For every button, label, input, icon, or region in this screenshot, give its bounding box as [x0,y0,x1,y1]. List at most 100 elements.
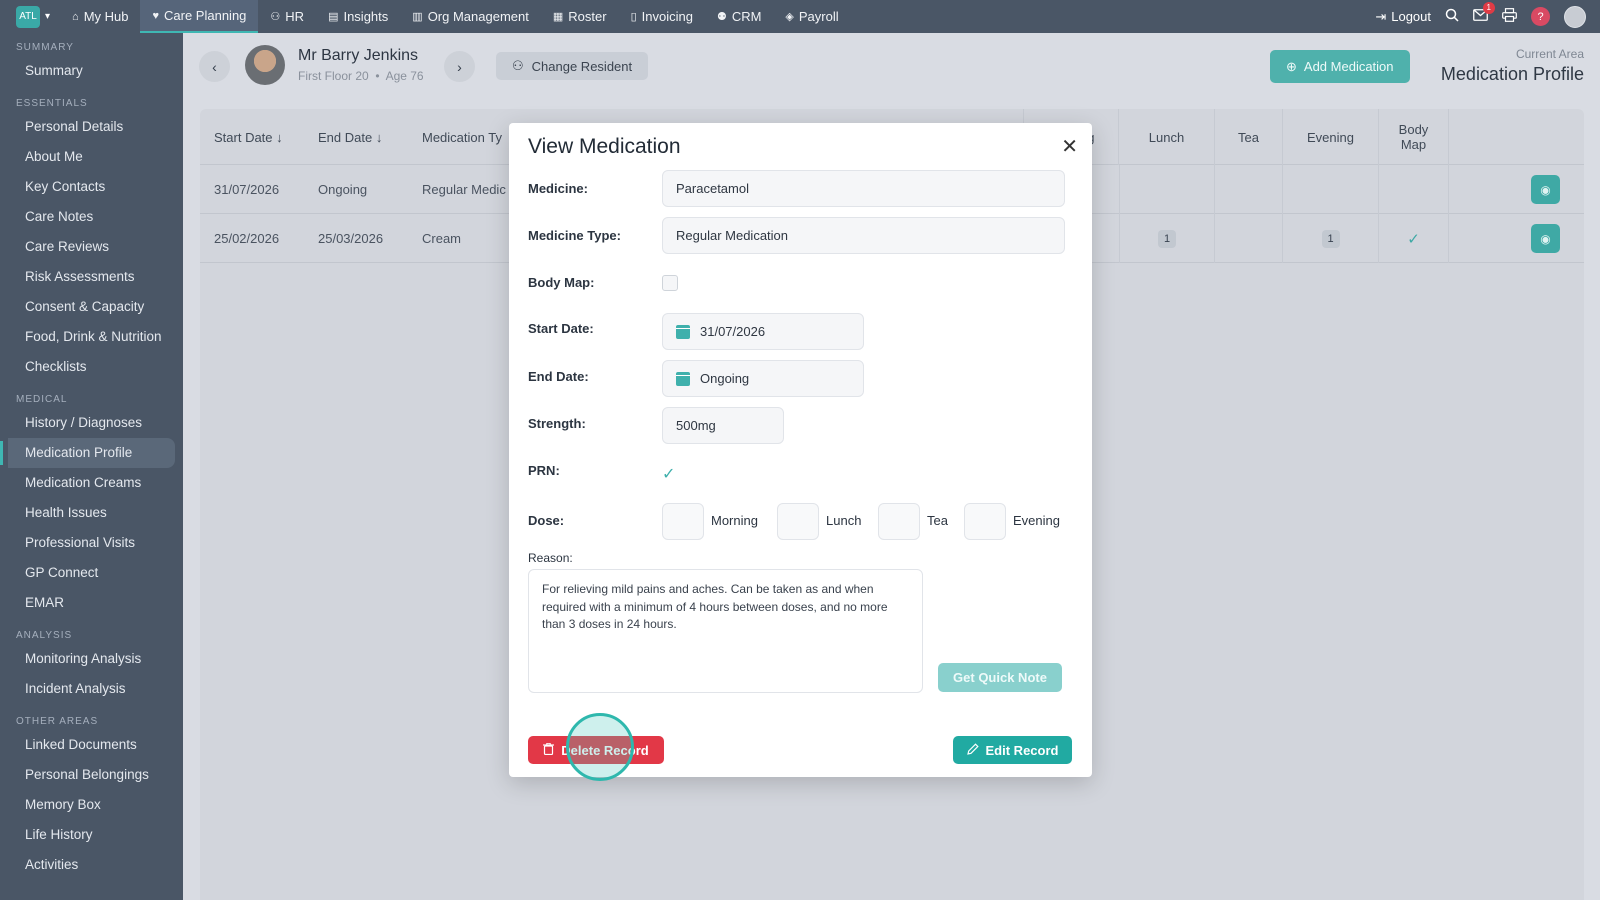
cell-evening [1283,165,1379,214]
dose-lunch-input[interactable] [777,503,819,540]
mail-icon[interactable]: 1 [1473,2,1495,24]
cell-body-map: ✓ [1379,214,1449,263]
close-icon[interactable]: ✕ [1061,134,1078,159]
modal-title: View Medication [528,135,681,158]
nav-invoicing[interactable]: ▯ Invoicing [619,0,705,33]
cell-start-date: 25/02/2026 [214,231,280,246]
sidebar-item-life-history[interactable]: Life History [0,820,183,850]
nav-my-hub[interactable]: ⌂ My Hub [60,0,140,33]
sidebar-item-checklists[interactable]: Checklists [0,352,183,382]
chevron-right-icon: › [457,58,462,75]
sort-arrow-icon: ↓ [276,129,283,145]
nav-hr[interactable]: ⚇ HR [258,0,316,33]
col-body-map: Body Map [1379,109,1449,165]
edit-record-button[interactable]: Edit Record [953,736,1072,764]
col-end-date[interactable]: End Date ↓ [304,109,404,165]
sidebar-item-emar[interactable]: EMAR [0,588,183,618]
medicine-label: Medicine: [528,181,588,196]
mail-count-badge: 1 [1482,2,1495,14]
sidebar-item-medication-profile[interactable]: Medication Profile [0,438,175,468]
cell-end-date: Ongoing [318,182,368,197]
strength-field[interactable]: 500mg [662,407,784,444]
body-map-checkbox[interactable] [662,275,678,291]
nav-insights[interactable]: ▤ Insights [316,0,400,33]
sidebar-item-medication-creams[interactable]: Medication Creams [0,468,183,498]
dose-badge: 1 [1321,229,1340,248]
cell-medication-type: Regular Medic [422,182,506,197]
sidebar-item-professional-visits[interactable]: Professional Visits [0,528,183,558]
reason-textarea[interactable]: For relieving mild pains and aches. Can … [528,569,923,693]
sidebar-section-summary: SUMMARY [16,42,74,53]
nav-payroll[interactable]: ◈ Payroll [773,0,850,33]
logout-button[interactable]: ⇥ Logout [1375,9,1431,25]
end-date-field[interactable]: Ongoing [662,360,864,397]
users-icon: ⚇ [512,58,524,73]
sidebar-item-history-diagnoses[interactable]: History / Diagnoses [0,408,183,438]
sidebar-item-about-me[interactable]: About Me [0,142,183,172]
start-date-field[interactable]: 31/07/2026 [662,313,864,350]
nav-org-management[interactable]: ▥ Org Management [400,0,541,33]
sidebar-item-food-drink-nutrition[interactable]: Food, Drink & Nutrition [0,322,183,352]
col-medication-type[interactable]: Medication Ty [408,109,518,165]
dose-morning-label: Morning [711,513,758,528]
resident-name: Mr Barry Jenkins [298,47,419,64]
nav-care-planning[interactable]: ♥ Care Planning [140,0,259,33]
nav-crm[interactable]: ⚉ CRM [705,0,773,33]
dose-evening-input[interactable] [964,503,1006,540]
next-resident-button[interactable]: › [444,51,475,82]
sidebar-section-medical: MEDICAL [16,394,68,405]
view-row-button[interactable]: ◉ [1531,165,1560,214]
sidebar-item-health-issues[interactable]: Health Issues [0,498,183,528]
cell-medication-type: Cream [422,231,462,246]
sidebar-item-linked-documents[interactable]: Linked Documents [0,730,183,760]
money-icon: ◈ [785,11,794,23]
dose-tea-input[interactable] [878,503,920,540]
sidebar-item-risk-assessments[interactable]: Risk Assessments [0,262,183,292]
search-icon[interactable] [1445,8,1459,25]
sidebar-item-care-notes[interactable]: Care Notes [0,202,183,232]
document-icon: ▯ [630,11,637,23]
medicine-field[interactable]: Paracetamol [662,170,1065,207]
medicine-type-field[interactable]: Regular Medication [662,217,1065,254]
change-resident-button[interactable]: ⚇ Change Resident [496,52,649,80]
chevron-down-icon: ▾ [45,11,51,22]
eye-icon: ◉ [1531,224,1560,253]
add-medication-button[interactable]: ⊕ Add Medication [1270,50,1410,83]
col-start-date[interactable]: Start Date ↓ [200,109,302,165]
cell-evening: 1 [1283,214,1379,263]
cell-end-date: 25/03/2026 [318,231,384,246]
nav-roster[interactable]: ▦ Roster [541,0,619,33]
sidebar-item-summary[interactable]: Summary [0,56,183,86]
dose-morning-input[interactable] [662,503,704,540]
sidebar-item-consent-capacity[interactable]: Consent & Capacity [0,292,183,322]
brand-switcher[interactable]: ATL ▾ [16,5,51,28]
sidebar-item-personal-belongings[interactable]: Personal Belongings [0,760,183,790]
help-button[interactable]: ? [1531,7,1550,26]
sidebar-item-monitoring-analysis[interactable]: Monitoring Analysis [0,644,183,674]
start-date-label: Start Date: [528,321,594,336]
get-quick-note-button[interactable]: Get Quick Note [938,663,1062,692]
sidebar-item-care-reviews[interactable]: Care Reviews [0,232,183,262]
sidebar-item-personal-details[interactable]: Personal Details [0,112,183,142]
dose-label: Dose: [528,513,565,528]
sidebar-item-incident-analysis[interactable]: Incident Analysis [0,674,183,704]
checkmark-icon: ✓ [1407,230,1420,248]
sidebar-item-key-contacts[interactable]: Key Contacts [0,172,183,202]
building-icon: ▥ [412,11,423,23]
user-avatar[interactable] [1564,5,1586,28]
cell-lunch: 1 [1119,214,1215,263]
chart-icon: ▤ [328,11,339,23]
previous-resident-button[interactable]: ‹ [199,51,230,82]
sidebar-item-gp-connect[interactable]: GP Connect [0,558,183,588]
resident-avatar [245,45,285,85]
reason-label: Reason: [528,551,573,565]
sidebar-item-activities[interactable]: Activities [0,850,183,880]
printer-icon[interactable] [1502,8,1517,25]
sidebar-item-memory-box[interactable]: Memory Box [0,790,183,820]
cell-lunch [1119,165,1215,214]
current-area-title: Medication Profile [1440,64,1584,84]
contacts-icon: ⚉ [716,11,727,23]
view-row-button[interactable]: ◉ [1531,214,1560,263]
calendar-icon: ▦ [552,11,564,23]
col-tea: Tea [1215,109,1283,165]
